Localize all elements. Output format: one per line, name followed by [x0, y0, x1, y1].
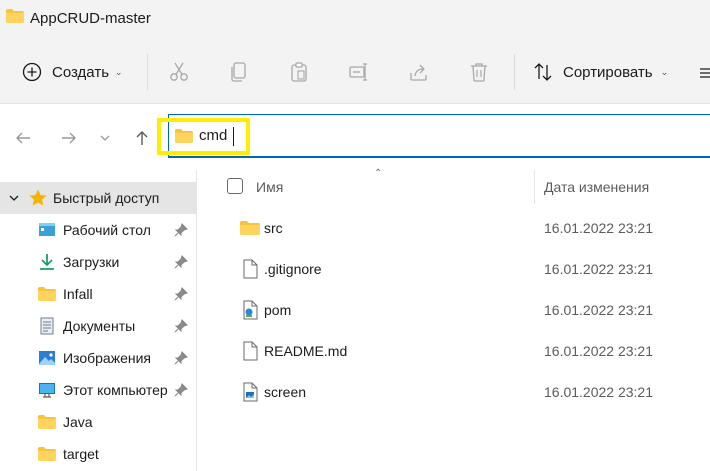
chevron-down-icon: ⌄: [115, 66, 123, 77]
sidebar-item-label: target: [63, 446, 99, 462]
table-row[interactable]: .gitignore 16.01.2022 23:21: [210, 249, 710, 290]
folder-icon: [6, 9, 24, 23]
back-button[interactable]: [9, 124, 37, 152]
forward-button[interactable]: [55, 124, 83, 152]
file-name: pom: [264, 302, 292, 318]
image-file-icon: [243, 382, 258, 402]
menu-icon[interactable]: [700, 66, 710, 80]
sidebar-item-pictures[interactable]: Изображения: [0, 342, 196, 374]
up-button[interactable]: [128, 124, 156, 152]
pin-icon[interactable]: [174, 351, 188, 365]
plus-circle-icon: [22, 62, 42, 82]
downloads-icon: [40, 254, 54, 270]
folder-icon: [240, 221, 260, 235]
table-row[interactable]: README.md 16.01.2022 23:21: [210, 331, 710, 372]
delete-icon: [471, 63, 487, 82]
folder-icon: [38, 415, 56, 429]
sidebar-item-desktop[interactable]: Рабочий стол: [0, 214, 196, 246]
folder-icon: [38, 287, 56, 301]
list-header: Имя Дата изменения: [210, 170, 710, 204]
sort-button[interactable]: Сортировать ⌄: [528, 52, 678, 92]
pin-icon[interactable]: [174, 287, 188, 301]
file-icon: [243, 341, 258, 361]
column-header-name[interactable]: Имя: [256, 179, 283, 195]
pin-icon[interactable]: [174, 383, 188, 397]
pin-icon[interactable]: [174, 255, 188, 269]
pin-icon[interactable]: [174, 223, 188, 237]
sidebar-item-label: Java: [63, 414, 93, 430]
file-date: 16.01.2022 23:21: [544, 343, 653, 359]
xml-file-icon: [243, 300, 258, 320]
toolbar-separator: [514, 54, 515, 90]
sidebar-item-label: Рабочий стол: [63, 222, 151, 238]
highlight-box: [157, 118, 250, 155]
sidebar-item-quick-access[interactable]: Быстрый доступ: [0, 182, 196, 214]
delete-button[interactable]: [464, 57, 494, 87]
sidebar-item-label: Загрузки: [63, 254, 120, 270]
file-name: src: [264, 220, 283, 236]
chevron-down-icon: [100, 135, 110, 141]
copy-button[interactable]: [224, 57, 254, 87]
table-row[interactable]: pom 16.01.2022 23:21: [210, 290, 710, 331]
sort-label: Сортировать: [563, 63, 653, 81]
select-all-checkbox[interactable]: [227, 178, 243, 194]
chevron-down-icon: ⌄: [660, 66, 669, 77]
cut-icon: [170, 62, 188, 81]
sidebar-item-downloads[interactable]: Загрузки: [0, 246, 196, 278]
paste-button[interactable]: [284, 57, 314, 87]
file-name: README.md: [264, 343, 348, 359]
rename-icon: [349, 63, 367, 81]
desktop-icon: [39, 223, 55, 236]
table-row[interactable]: src 16.01.2022 23:21: [210, 208, 710, 249]
folder-icon: [38, 447, 56, 461]
file-date: 16.01.2022 23:21: [544, 261, 653, 277]
share-icon: [410, 64, 427, 81]
chevron-down-icon[interactable]: [8, 192, 20, 204]
toolbar-separator: [147, 54, 148, 90]
sidebar-item-label: Infall: [63, 286, 93, 302]
sort-ascending-icon: ⌃: [374, 168, 383, 179]
command-bar: Создать ⌄ Сортировать ⌄: [0, 40, 710, 104]
back-arrow-icon: [16, 132, 30, 144]
documents-icon: [40, 317, 54, 335]
sidebar-item-label: Документы: [63, 318, 136, 334]
star-icon: [29, 189, 47, 206]
table-row[interactable]: screen 16.01.2022 23:21: [210, 372, 710, 413]
file-icon: [243, 259, 258, 279]
file-date: 16.01.2022 23:21: [544, 220, 653, 236]
copy-icon: [231, 62, 246, 82]
title-bar: AppCRUD-master: [0, 0, 710, 40]
file-name: screen: [264, 384, 307, 400]
paste-icon: [291, 62, 307, 82]
create-button[interactable]: Создать ⌄: [14, 52, 136, 92]
sidebar-item-label: Этот компьютер: [63, 382, 168, 398]
recent-locations-button[interactable]: [93, 124, 117, 152]
rename-button[interactable]: [344, 57, 374, 87]
cut-button[interactable]: [164, 57, 194, 87]
sidebar-item-label: Изображения: [63, 350, 151, 366]
up-arrow-icon: [136, 131, 148, 145]
sidebar-item-infall[interactable]: Infall: [0, 278, 196, 310]
computer-icon: [39, 383, 55, 398]
file-date: 16.01.2022 23:21: [544, 384, 653, 400]
pictures-icon: [39, 351, 55, 365]
file-date: 16.01.2022 23:21: [544, 302, 653, 318]
share-button[interactable]: [404, 57, 434, 87]
window-title: AppCRUD-master: [30, 10, 151, 27]
column-separator[interactable]: [534, 170, 535, 204]
forward-arrow-icon: [62, 132, 76, 144]
sidebar-item-java[interactable]: Java: [0, 406, 196, 438]
column-header-date[interactable]: Дата изменения: [544, 179, 649, 195]
file-name: .gitignore: [264, 261, 322, 277]
sidebar-divider: [196, 170, 197, 471]
sort-icon: [534, 63, 552, 81]
sidebar-item-documents[interactable]: Документы: [0, 310, 196, 342]
sidebar-item-label: Быстрый доступ: [53, 190, 160, 206]
sidebar-item-target[interactable]: target: [0, 438, 196, 470]
pin-icon[interactable]: [174, 319, 188, 333]
sidebar-item-this-pc[interactable]: Этот компьютер: [0, 374, 196, 406]
create-label: Создать: [52, 63, 110, 81]
sidebar: Быстрый доступ Рабочий стол Загрузки Inf…: [0, 170, 196, 471]
